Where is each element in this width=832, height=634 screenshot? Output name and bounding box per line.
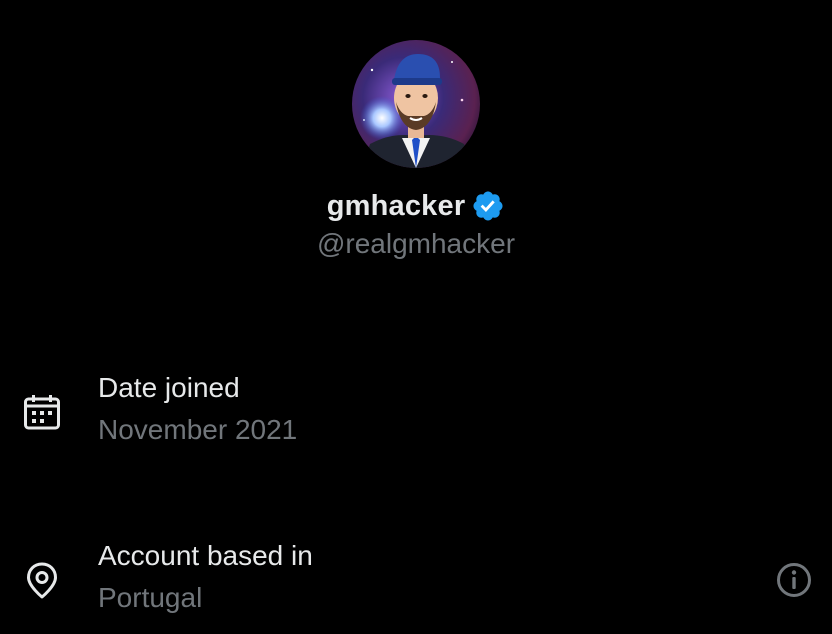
date-joined-row: Date joined November 2021 — [0, 370, 832, 460]
account-based-in-row: Account based in Portugal — [0, 538, 832, 628]
account-based-in-title: Account based in — [98, 540, 313, 571]
info-icon[interactable] — [774, 560, 814, 600]
name-row: gmhacker — [0, 184, 832, 228]
account-based-in-value: Portugal — [98, 582, 203, 613]
location-pin-icon — [22, 560, 62, 600]
verified-badge-icon[interactable] — [471, 189, 505, 223]
profile-header: gmhacker @realgmhacker — [0, 0, 832, 280]
date-joined-title: Date joined — [98, 372, 240, 403]
profile-handle: @realgmhacker — [316, 228, 516, 259]
date-joined-value: November 2021 — [98, 414, 298, 445]
avatar-illustration — [352, 40, 480, 168]
calendar-icon — [22, 392, 62, 432]
avatar[interactable] — [352, 40, 480, 168]
display-name: gmhacker — [326, 189, 466, 222]
